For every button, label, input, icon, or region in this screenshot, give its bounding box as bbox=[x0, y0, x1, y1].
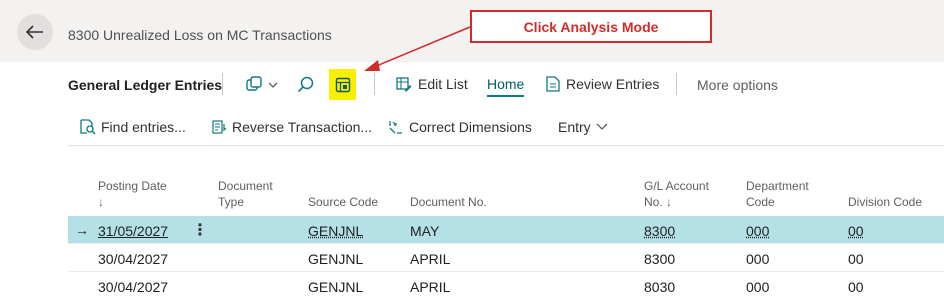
entity-title: General Ledger Entries bbox=[68, 77, 223, 93]
col-header-department[interactable]: Department Code bbox=[746, 178, 809, 210]
home-label: Home bbox=[487, 76, 525, 92]
share-button[interactable] bbox=[244, 74, 280, 96]
page-title: 8300 Unrealized Loss on MC Transactions bbox=[68, 27, 332, 43]
cell-division: 00 bbox=[848, 251, 864, 267]
edit-list-icon bbox=[396, 77, 412, 92]
list-card: General Ledger Entries Edit List Home Re… bbox=[0, 62, 944, 299]
cell-document-no: MAY bbox=[410, 223, 440, 239]
cell-gl-account: 8030 bbox=[644, 279, 676, 295]
current-row-arrow-icon: → bbox=[75, 222, 89, 238]
col-header-text: No. ↓ bbox=[644, 195, 673, 209]
find-entries-button[interactable]: Find entries... bbox=[80, 119, 186, 135]
reverse-transaction-label: Reverse Transaction... bbox=[232, 119, 373, 135]
correct-dimensions-button[interactable]: Correct Dimensions bbox=[388, 119, 532, 135]
arrow-left-icon bbox=[26, 25, 43, 39]
top-bar: 8300 Unrealized Loss on MC Transactions … bbox=[0, 0, 944, 62]
divider bbox=[374, 73, 375, 95]
col-header-text: G/L Account bbox=[644, 179, 709, 193]
cell-posting-date: 30/04/2027 bbox=[98, 251, 169, 267]
find-icon bbox=[80, 119, 96, 135]
chevron-down-icon bbox=[596, 123, 608, 130]
cell-source-code: GENJNL bbox=[308, 251, 364, 267]
cell-posting-date[interactable]: 31/05/2027 bbox=[98, 223, 168, 239]
cell-source-code[interactable]: GENJNL bbox=[308, 223, 363, 239]
edit-list-button[interactable]: Edit List bbox=[396, 76, 468, 92]
reverse-transaction-button[interactable]: Reverse Transaction... bbox=[211, 119, 372, 135]
entry-label: Entry bbox=[558, 119, 591, 135]
reverse-icon bbox=[212, 120, 227, 134]
cell-department: 000 bbox=[746, 251, 770, 267]
review-entries-label: Review Entries bbox=[566, 76, 660, 92]
cell-department[interactable]: 000 bbox=[746, 223, 769, 239]
col-header-text: Type bbox=[218, 195, 245, 209]
search-button[interactable] bbox=[296, 75, 316, 95]
sort-desc-icon: ↓ bbox=[98, 195, 104, 209]
active-tab-indicator bbox=[487, 95, 524, 97]
cell-posting-date: 30/04/2027 bbox=[98, 279, 169, 295]
col-header-posting-date[interactable]: Posting Date ↓ bbox=[98, 178, 167, 210]
col-header-division[interactable]: Division Code bbox=[848, 194, 922, 210]
table-row[interactable]: → 31/05/2027 ⋮ GENJNL MAY 8300 000 00 bbox=[68, 216, 944, 244]
cell-division: 00 bbox=[848, 279, 864, 295]
tab-home[interactable]: Home bbox=[487, 76, 524, 92]
col-header-document-type[interactable]: Document Type bbox=[218, 178, 273, 210]
entry-menu-button[interactable]: Entry bbox=[558, 119, 608, 135]
find-entries-label: Find entries... bbox=[101, 119, 186, 135]
col-header-text: Code bbox=[746, 195, 775, 209]
cell-department: 000 bbox=[746, 279, 770, 295]
dimensions-icon bbox=[389, 121, 402, 134]
col-header-source-code[interactable]: Source Code bbox=[308, 194, 378, 210]
col-header-text: Document bbox=[218, 179, 273, 193]
table-row[interactable]: 30/04/2027 GENJNL APRIL 8030 000 00 bbox=[68, 272, 944, 299]
col-header-text: Posting Date bbox=[98, 179, 167, 193]
col-header-text: Department bbox=[746, 179, 809, 193]
share-icon bbox=[246, 76, 278, 91]
cell-source-code: GENJNL bbox=[308, 279, 364, 295]
search-icon bbox=[297, 76, 314, 93]
more-options-button[interactable]: More options bbox=[697, 77, 778, 93]
divider bbox=[222, 73, 223, 95]
col-header-document-no[interactable]: Document No. bbox=[410, 194, 487, 210]
cell-document-no: APRIL bbox=[410, 279, 451, 295]
sub-action-bar: Find entries... Reverse Transaction... C… bbox=[68, 108, 944, 146]
divider bbox=[676, 73, 677, 95]
analysis-mode-button[interactable] bbox=[333, 75, 353, 95]
cell-gl-account: 8300 bbox=[644, 251, 676, 267]
document-icon bbox=[546, 76, 560, 92]
col-header-gl-account[interactable]: G/L Account No. ↓ bbox=[644, 178, 709, 210]
cell-document-no: APRIL bbox=[410, 251, 451, 267]
tab-review-entries[interactable]: Review Entries bbox=[546, 76, 659, 92]
edit-list-label: Edit List bbox=[418, 76, 468, 92]
correct-dimensions-label: Correct Dimensions bbox=[409, 119, 532, 135]
analysis-mode-icon bbox=[335, 77, 351, 93]
action-bar: General Ledger Entries Edit List Home Re… bbox=[0, 62, 944, 108]
row-menu-icon[interactable]: ⋮ bbox=[192, 220, 208, 240]
cell-division[interactable]: 00 bbox=[848, 223, 864, 239]
annotation-callout: Click Analysis Mode bbox=[470, 10, 712, 43]
back-button[interactable] bbox=[17, 14, 53, 50]
table-row[interactable]: 30/04/2027 GENJNL APRIL 8300 000 00 bbox=[68, 244, 944, 272]
cell-gl-account[interactable]: 8300 bbox=[644, 223, 675, 239]
annotation-text: Click Analysis Mode bbox=[523, 18, 659, 35]
